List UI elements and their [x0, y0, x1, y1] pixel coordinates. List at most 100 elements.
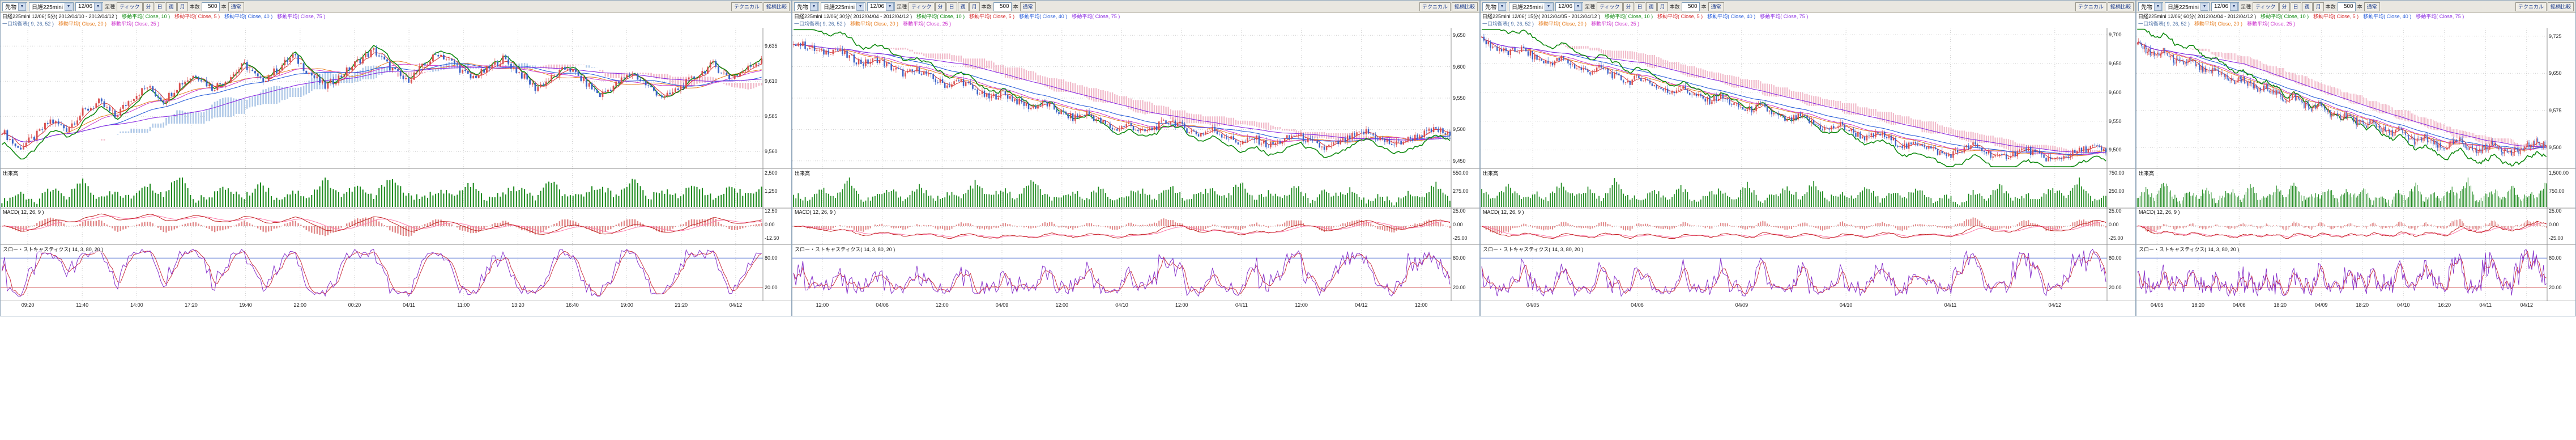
bar-type-button[interactable]: 分: [1623, 2, 1634, 11]
normal-mode-button[interactable]: 通常: [228, 2, 244, 11]
toolbar-button[interactable]: テクニカル: [731, 2, 762, 11]
market-select[interactable]: 先物▼: [2138, 2, 2163, 11]
bar-type-button[interactable]: 分: [935, 2, 946, 11]
chart-toolbar: 先物▼ 日経225mini▼ 12/06▼ 足種 ティック分日週月 本数 500…: [792, 1, 1479, 13]
stoch-pane-label: スロー・ストキャスティクス( 14, 3, 80, 20 ): [2139, 246, 2239, 253]
bar-count-input[interactable]: 500: [202, 2, 220, 11]
time-axis-label: 04/05: [1526, 302, 1539, 308]
bar-type-button[interactable]: 月: [177, 2, 188, 11]
time-axis-label: 04/09: [996, 302, 1009, 308]
normal-mode-button[interactable]: 通常: [1708, 2, 1724, 11]
chevron-down-icon[interactable]: ▼: [65, 3, 72, 11]
chart-legend-row2: 一目均衡表( 9, 26, 52 )移動平均( Close, 20 )移動平均(…: [1481, 20, 2135, 28]
bar-count-input[interactable]: 500: [2338, 2, 2356, 11]
contract-month-select[interactable]: 12/06▼: [2211, 2, 2239, 11]
chart-area[interactable]: [2136, 28, 2575, 301]
normal-mode-button[interactable]: 通常: [2364, 2, 2380, 11]
chevron-down-icon[interactable]: ▼: [2230, 3, 2238, 11]
bar-type-button[interactable]: 週: [166, 2, 177, 11]
toolbar-button[interactable]: 銘柄比較: [1452, 2, 1478, 11]
bar-type-button[interactable]: 分: [2279, 2, 2290, 11]
stoch-axis-label: 80.00: [2549, 255, 2562, 261]
bar-type-button[interactable]: 月: [969, 2, 980, 11]
symbol-select[interactable]: 日経225mini▼: [2165, 2, 2210, 11]
bar-type-button[interactable]: 月: [1657, 2, 1668, 11]
chevron-down-icon[interactable]: ▼: [2200, 3, 2208, 11]
market-select[interactable]: 先物▼: [1482, 2, 1507, 11]
price-axis-label: 9,650: [1453, 32, 1466, 38]
chart-area[interactable]: [792, 28, 1479, 301]
bar-type-button[interactable]: 分: [143, 2, 154, 11]
symbol-select[interactable]: 日経225mini▼: [821, 2, 865, 11]
bar-type-button[interactable]: 週: [958, 2, 969, 11]
contract-month-select[interactable]: 12/06▼: [1555, 2, 1583, 11]
time-axis-label: 04/12: [1355, 302, 1368, 308]
bar-type-button[interactable]: ティック: [1597, 2, 1622, 11]
chevron-down-icon[interactable]: ▼: [94, 3, 102, 11]
bar-type-button[interactable]: 日: [2291, 2, 2301, 11]
price-axis-label: 9,500: [2109, 147, 2122, 153]
legend-indicator: 移動平均( Close, 75 ): [277, 14, 325, 19]
chevron-down-icon[interactable]: ▼: [1498, 3, 1506, 11]
price-axis-label: 9,600: [1453, 64, 1466, 70]
chart-legend-row1: 日経225mini 12/06( 15分( 2012/04/05 - 2012/…: [1481, 13, 2135, 20]
chevron-down-icon[interactable]: ▼: [2154, 3, 2162, 11]
contract-month-select[interactable]: 12/06▼: [867, 2, 895, 11]
bar-type-button[interactable]: ティック: [2253, 2, 2278, 11]
bar-type-button[interactable]: 日: [1635, 2, 1645, 11]
time-axis-label: 04/11: [2479, 302, 2492, 308]
bar-type-button[interactable]: 週: [2302, 2, 2313, 11]
time-axis-label: 18:20: [2356, 302, 2369, 308]
volume-axis-label: 550.00: [1453, 170, 1469, 176]
symbol-period-label: 日経225mini 12/06( 60分( 2012/04/04 - 2012/…: [2138, 14, 2256, 19]
bar-type-button[interactable]: 日: [155, 2, 165, 11]
toolbar-button[interactable]: テクニカル: [2075, 2, 2106, 11]
toolbar-button[interactable]: テクニカル: [1419, 2, 1451, 11]
price-axis-label: 9,725: [2549, 33, 2562, 39]
bar-count-label: 本数: [190, 3, 200, 10]
volume-axis-label: 275.00: [1453, 188, 1469, 194]
bar-count-input[interactable]: 500: [993, 2, 1012, 11]
bar-type-button[interactable]: ティック: [117, 2, 142, 11]
chart-toolbar: 先物▼ 日経225mini▼ 12/06▼ 足種 ティック分日週月 本数 500…: [1481, 1, 2135, 13]
bar-type-button[interactable]: ティック: [909, 2, 934, 11]
chart-toolbar: 先物▼ 日経225mini▼ 12/06▼ 足種 ティック分日週月 本数 500…: [2136, 1, 2575, 13]
market-select[interactable]: 先物▼: [2, 2, 27, 11]
chart-area[interactable]: [1481, 28, 2135, 301]
toolbar-button[interactable]: 銘柄比較: [2548, 2, 2574, 11]
chevron-down-icon[interactable]: ▼: [886, 3, 894, 11]
symbol-select[interactable]: 日経225mini▼: [1509, 2, 1554, 11]
chevron-down-icon[interactable]: ▼: [856, 3, 864, 11]
bar-type-button[interactable]: 日: [946, 2, 957, 11]
chevron-down-icon[interactable]: ▼: [1545, 3, 1553, 11]
chart-legend-row1: 日経225mini 12/06( 5分( 2012/04/10 - 2012/0…: [1, 13, 791, 20]
legend-indicator: 移動平均( Close, 40 ): [2363, 14, 2411, 19]
bar-type-button[interactable]: 月: [2313, 2, 2324, 11]
volume-pane-label: 出来高: [795, 170, 810, 177]
toolbar-button[interactable]: 銘柄比較: [2108, 2, 2134, 11]
toolbar-button[interactable]: テクニカル: [2515, 2, 2547, 11]
legend-indicator: 移動平均( Close, 5 ): [1657, 14, 1703, 19]
chevron-down-icon[interactable]: ▼: [810, 3, 818, 11]
chevron-down-icon[interactable]: ▼: [1574, 3, 1582, 11]
time-axis-label: 04/10: [1840, 302, 1853, 308]
chart-area[interactable]: [1, 28, 791, 301]
time-axis-label: 04/12: [2520, 302, 2533, 308]
toolbar-button[interactable]: 銘柄比較: [764, 2, 790, 11]
toolbar-right-buttons: テクニカル銘柄比較: [731, 2, 790, 11]
legend-indicator: 移動平均( Close, 20 ): [850, 21, 898, 27]
contract-month-select[interactable]: 12/06▼: [75, 2, 103, 11]
normal-mode-button[interactable]: 通常: [1020, 2, 1036, 11]
symbol-select-value: 日経225mini: [1512, 2, 1543, 11]
time-axis-label: 04/10: [1115, 302, 1128, 308]
price-axis-label: 9,500: [1453, 126, 1466, 132]
stoch-axis-label: 20.00: [2109, 285, 2122, 290]
bar-type-button[interactable]: 週: [1646, 2, 1657, 11]
bar-count-label: 本数: [2326, 3, 2336, 10]
volume-pane-label: 出来高: [2139, 170, 2154, 177]
bar-count-input[interactable]: 500: [1682, 2, 1700, 11]
symbol-select[interactable]: 日経225mini▼: [29, 2, 74, 11]
legend-indicator: 移動平均( Close, 75 ): [1760, 14, 1808, 19]
market-select[interactable]: 先物▼: [794, 2, 819, 11]
chevron-down-icon[interactable]: ▼: [18, 3, 26, 11]
